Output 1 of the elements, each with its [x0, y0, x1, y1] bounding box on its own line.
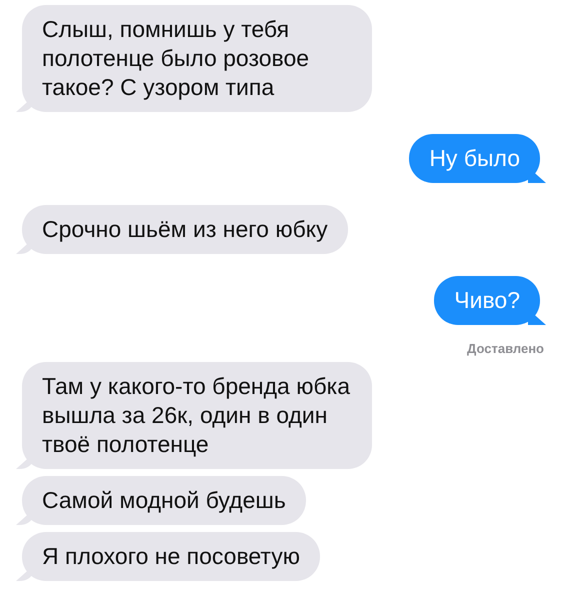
delivery-status: Доставлено: [467, 341, 544, 356]
